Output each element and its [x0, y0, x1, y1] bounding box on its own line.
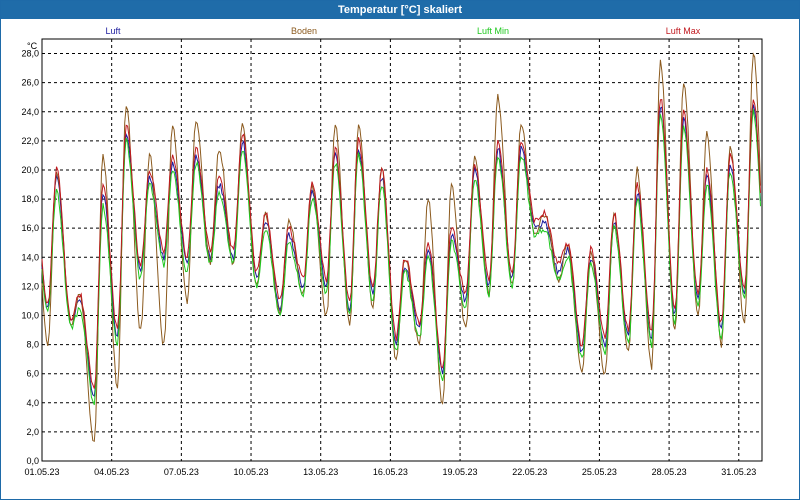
y-tick-label: 12,0 — [21, 281, 39, 291]
y-tick-label: 18,0 — [21, 194, 39, 204]
y-tick-label: 22,0 — [21, 136, 39, 146]
window-title: Temperatur [°C] skaliert — [1, 1, 799, 19]
plot-area — [41, 38, 763, 462]
y-tick-label: 8,0 — [26, 340, 39, 350]
y-tick-label: 4,0 — [26, 398, 39, 408]
legend-item: Luft Max — [666, 26, 701, 36]
x-tick-label: 07.05.23 — [164, 467, 199, 477]
y-tick-label: 26,0 — [21, 78, 39, 88]
x-tick-label: 31.05.23 — [721, 467, 756, 477]
x-tick-label: 19.05.23 — [443, 467, 478, 477]
x-tick-label: 22.05.23 — [512, 467, 547, 477]
x-tick-label: 13.05.23 — [303, 467, 338, 477]
x-tick-label: 28.05.23 — [652, 467, 687, 477]
x-tick-label: 04.05.23 — [94, 467, 129, 477]
legend-item: Luft Min — [477, 26, 509, 36]
y-tick-label: 20,0 — [21, 165, 39, 175]
x-tick-label: 25.05.23 — [582, 467, 617, 477]
y-tick-label: 24,0 — [21, 107, 39, 117]
y-tick-label: 2,0 — [26, 427, 39, 437]
y-tick-label: 6,0 — [26, 369, 39, 379]
y-tick-label: 14,0 — [21, 252, 39, 262]
y-tick-label: 16,0 — [21, 223, 39, 233]
chart-window: Temperatur [°C] skaliert 0,0 2,0 4,0 6,0 8,0… — [0, 0, 800, 500]
y-tick-label: 0,0 — [26, 456, 39, 466]
temperature-chart: 0,0 2,0 4,0 6,0 8,0 10,0 12,0 14,0 16,0 18,0 20,0 2… — [21, 26, 763, 477]
x-tick-label: 16.05.23 — [373, 467, 408, 477]
x-tick-label: 01.05.23 — [24, 467, 59, 477]
y-tick-label: 10,0 — [21, 310, 39, 320]
legend-item: Luft — [105, 26, 121, 36]
y-axis-unit: °C — [27, 41, 38, 51]
x-tick-label: 10.05.23 — [234, 467, 269, 477]
legend-item: Boden — [291, 26, 317, 36]
